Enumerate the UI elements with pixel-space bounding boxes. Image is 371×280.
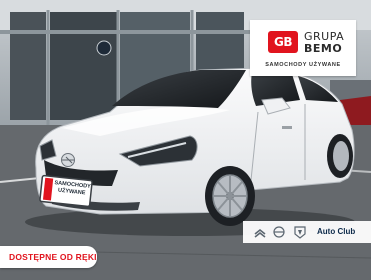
citroen-logo-icon [254,228,266,238]
dealer-logo: GB GRUPA BEMO SAMOCHODY UŻYWANE [250,20,356,76]
availability-badge: DOSTĘPNE OD RĘKI [0,246,97,268]
peugeot-logo-icon [294,226,306,239]
auto-club-label: Auto Club [317,227,356,236]
dealer-tagline: SAMOCHODY UŻYWANE [265,62,341,68]
listing-photo: SAMOCHODY UŻYWANE GB GRUPA BEMO SAMOCHOD… [0,0,371,280]
gb-logo-icon: GB [268,31,298,53]
peugeot-sign-icon [96,40,112,56]
brand-logos [254,226,306,239]
auto-club-bar: Auto Club [243,221,371,243]
opel-logo-icon [273,226,285,238]
dealer-name-line-2: BEMO [304,42,343,55]
availability-label: DOSTĘPNE OD RĘKI [9,252,97,262]
